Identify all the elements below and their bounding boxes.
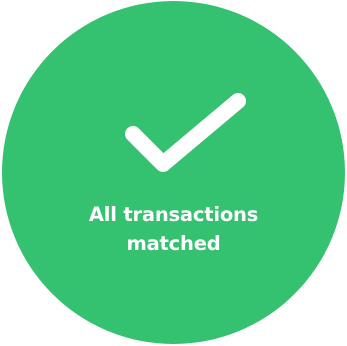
status-message-line-1: All transactions [88, 203, 259, 226]
success-badge: All transactions matched [2, 1, 345, 344]
status-message-line-2: matched [126, 232, 221, 255]
match-status-panel: All transactions matched [0, 0, 347, 346]
checkmark-icon [125, 93, 246, 172]
status-message: All transactions matched [2, 200, 345, 258]
